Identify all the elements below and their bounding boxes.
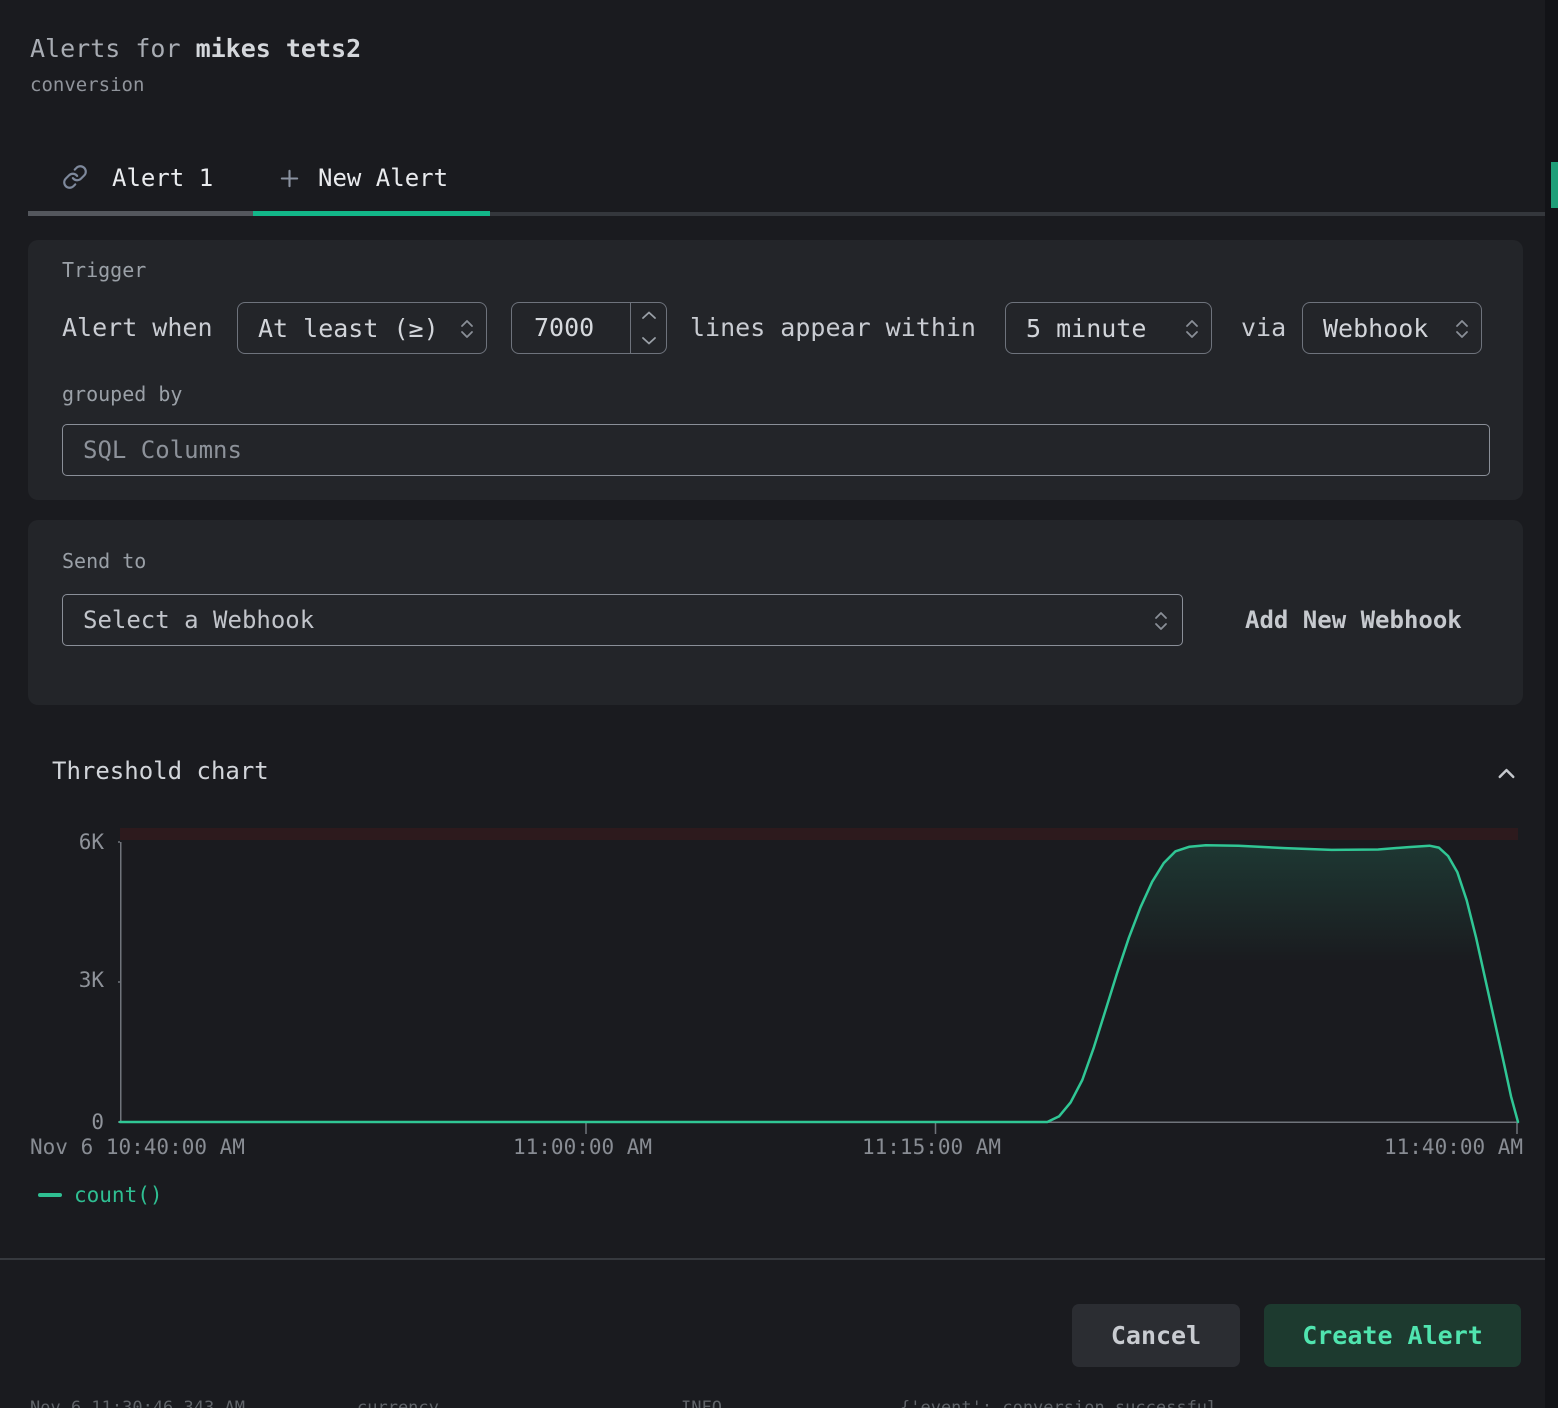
tab-bar-border: [490, 212, 1545, 216]
grouped-by-input[interactable]: [62, 424, 1490, 476]
chevron-up-down-icon: [460, 318, 474, 340]
x-axis-tick-1140: 11:40:00 AM: [1384, 1134, 1523, 1160]
lines-appear-within-text: lines appear within: [690, 302, 976, 354]
grouped-by-label: grouped by: [62, 382, 182, 406]
create-alert-button[interactable]: Create Alert: [1264, 1304, 1521, 1367]
tab-new-alert-label: New Alert: [318, 161, 448, 195]
chart-x-ticks: [586, 1122, 1517, 1134]
spinner-down-icon[interactable]: [631, 328, 666, 353]
y-axis-tick-6k: 6K: [56, 829, 104, 855]
chevron-up-icon: [1493, 760, 1520, 787]
log-field: currency: [357, 1398, 439, 1408]
webhook-select-placeholder: Select a Webhook: [83, 606, 314, 634]
threshold-band: [120, 828, 1518, 840]
comparison-select[interactable]: At least (≥): [237, 302, 487, 354]
log-timestamp: Nov 6 11:30:46.343 AM: [30, 1398, 245, 1408]
trigger-section-label: Trigger: [62, 258, 146, 282]
collapse-chart-button[interactable]: [1490, 757, 1522, 789]
add-new-webhook-button[interactable]: Add New Webhook: [1245, 594, 1462, 646]
y-axis-tick-0: 0: [56, 1109, 104, 1135]
tab-new-alert-active-underline: [253, 211, 490, 216]
chevron-up-down-icon: [1185, 318, 1199, 340]
trigger-panel: Trigger Alert when At least (≥) 7000 lin…: [28, 240, 1523, 500]
background-green-button-edge: [1551, 162, 1558, 208]
x-axis-tick-1100: 11:00:00 AM: [513, 1134, 652, 1160]
threshold-chart-title: Threshold chart: [52, 757, 269, 785]
alert-config-drawer: Alerts for mikes tets2 conversion Alert …: [0, 0, 1558, 1408]
spinner-up-icon[interactable]: [631, 303, 666, 328]
tab-alert-1-underline: [28, 211, 253, 216]
time-window-select-value: 5 minute: [1026, 314, 1146, 343]
number-spinner: [630, 303, 666, 353]
time-window-select[interactable]: 5 minute: [1005, 302, 1212, 354]
threshold-number-value: 7000: [534, 303, 594, 353]
cancel-button[interactable]: Cancel: [1072, 1304, 1240, 1367]
link-icon: [62, 164, 88, 190]
channel-select[interactable]: Webhook: [1302, 302, 1482, 354]
x-axis-tick-1115: 11:15:00 AM: [862, 1134, 1001, 1160]
threshold-chart-plot: [118, 826, 1520, 1136]
x-axis-tick-1040: Nov 6 10:40:00 AM: [30, 1134, 245, 1160]
comparison-select-value: At least (≥): [258, 314, 439, 343]
webhook-select[interactable]: Select a Webhook: [62, 594, 1183, 646]
log-level: INFO: [681, 1398, 722, 1408]
tab-alert-1-label: Alert 1: [112, 161, 213, 195]
chart-area: [120, 845, 1518, 1122]
dataset-name: mikes tets2: [196, 34, 362, 63]
legend-line-swatch: [38, 1193, 62, 1197]
legend-series-label: count(): [74, 1183, 163, 1207]
log-message: {'event': conversion successful: [900, 1398, 1217, 1408]
send-to-panel: Send to Select a Webhook Add New Webhook: [28, 520, 1523, 705]
send-to-label: Send to: [62, 549, 146, 573]
threshold-number-input[interactable]: 7000: [511, 302, 667, 354]
y-axis-tick-3k: 3K: [56, 967, 104, 993]
channel-select-value: Webhook: [1323, 314, 1428, 343]
plus-icon: [278, 167, 301, 190]
chevron-up-down-icon: [1154, 610, 1168, 632]
background-page-edge: [1545, 0, 1558, 1408]
via-text: via: [1241, 302, 1286, 354]
page-title: Alerts for mikes tets2: [30, 34, 361, 63]
tab-alert-1[interactable]: Alert 1: [28, 148, 253, 216]
background-log-row: Nov 6 11:30:46.343 AM currency INFO {'ev…: [0, 1392, 1558, 1408]
chart-legend: count(): [38, 1183, 163, 1209]
alert-when-text: Alert when: [62, 302, 213, 354]
footer-divider: [0, 1258, 1558, 1260]
dataset-subtitle: conversion: [30, 74, 144, 96]
tab-new-alert[interactable]: New Alert: [253, 148, 490, 216]
chart-y-ticks: [118, 842, 120, 1122]
chevron-up-down-icon: [1455, 318, 1469, 340]
